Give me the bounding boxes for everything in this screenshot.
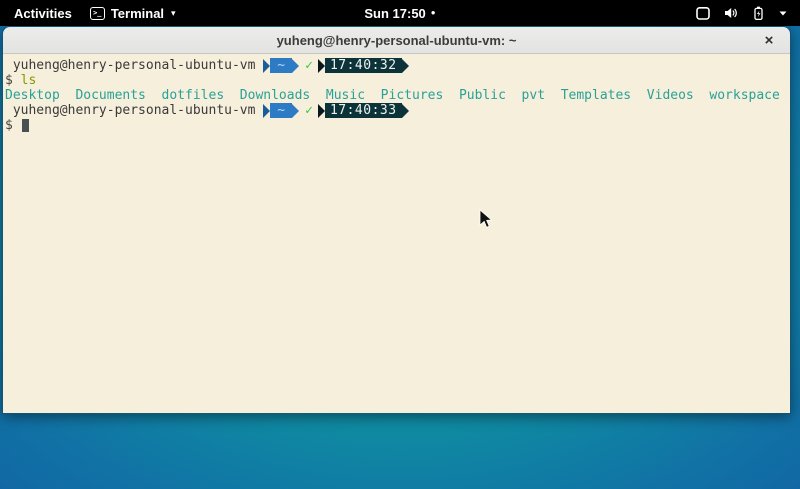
prompt-symbol: $ [5,118,21,133]
time-segment: 17:40:33 [318,103,409,118]
close-button[interactable]: × [758,27,780,53]
volume-icon [723,6,739,20]
top-bar: Activities >_ Terminal ▾ Sun 17:50 ● [0,0,800,26]
clock-label: Sun 17:50 [364,6,425,21]
battery-charging-icon [751,6,766,21]
powerline-arrow-icon [292,59,299,73]
status-check-icon: ✓ [305,103,313,118]
chevron-down-icon: ▾ [171,8,176,19]
powerline-arrow-icon [292,104,299,118]
status-check-icon: ✓ [305,58,313,73]
prompt-line-1: yuheng@henry-personal-ubuntu-vm ~ ✓ 17:4… [5,58,788,73]
activities-button[interactable]: Activities [10,6,76,21]
terminal-content[interactable]: yuheng@henry-personal-ubuntu-vm ~ ✓ 17:4… [3,54,790,413]
prompt-symbol: $ [5,73,21,88]
clock-button[interactable]: Sun 17:50 ● [364,6,435,21]
path-segment: ~ [263,103,299,118]
command-text: ls [21,73,37,88]
powerline-arrow-icon [263,59,270,73]
time-label: 17:40:32 [325,58,402,73]
app-menu-label: Terminal [111,6,164,21]
powerline-arrow-icon [402,104,409,118]
prompt-line-2: yuheng@henry-personal-ubuntu-vm ~ ✓ 17:4… [5,103,788,118]
input-line[interactable]: $ [5,118,788,133]
window-title: yuheng@henry-personal-ubuntu-vm: ~ [277,33,517,48]
path-segment: ~ [263,58,299,73]
app-menu-terminal[interactable]: >_ Terminal ▾ [90,6,176,21]
ls-output-line: Desktop Documents dotfiles Downloads Mus… [5,88,788,103]
time-segment: 17:40:32 [318,58,409,73]
powerline-arrow-icon [318,59,325,73]
command-line: $ ls [5,73,788,88]
notification-dot: ● [431,9,436,17]
chevron-down-icon [778,9,788,17]
powerline-arrow-icon [402,59,409,73]
prompt-user: yuheng@henry-personal-ubuntu-vm [5,103,263,118]
terminal-window: yuheng@henry-personal-ubuntu-vm: ~ × yuh… [2,26,791,414]
display-icon [695,6,711,21]
path-label: ~ [270,103,292,118]
prompt-user: yuheng@henry-personal-ubuntu-vm [5,58,263,73]
path-label: ~ [270,58,292,73]
powerline-arrow-icon [318,104,325,118]
terminal-icon: >_ [90,7,105,20]
text-cursor [22,119,29,132]
time-label: 17:40:33 [325,103,402,118]
powerline-arrow-icon [263,104,270,118]
window-titlebar[interactable]: yuheng@henry-personal-ubuntu-vm: ~ × [3,27,790,54]
system-tray[interactable] [695,6,800,21]
